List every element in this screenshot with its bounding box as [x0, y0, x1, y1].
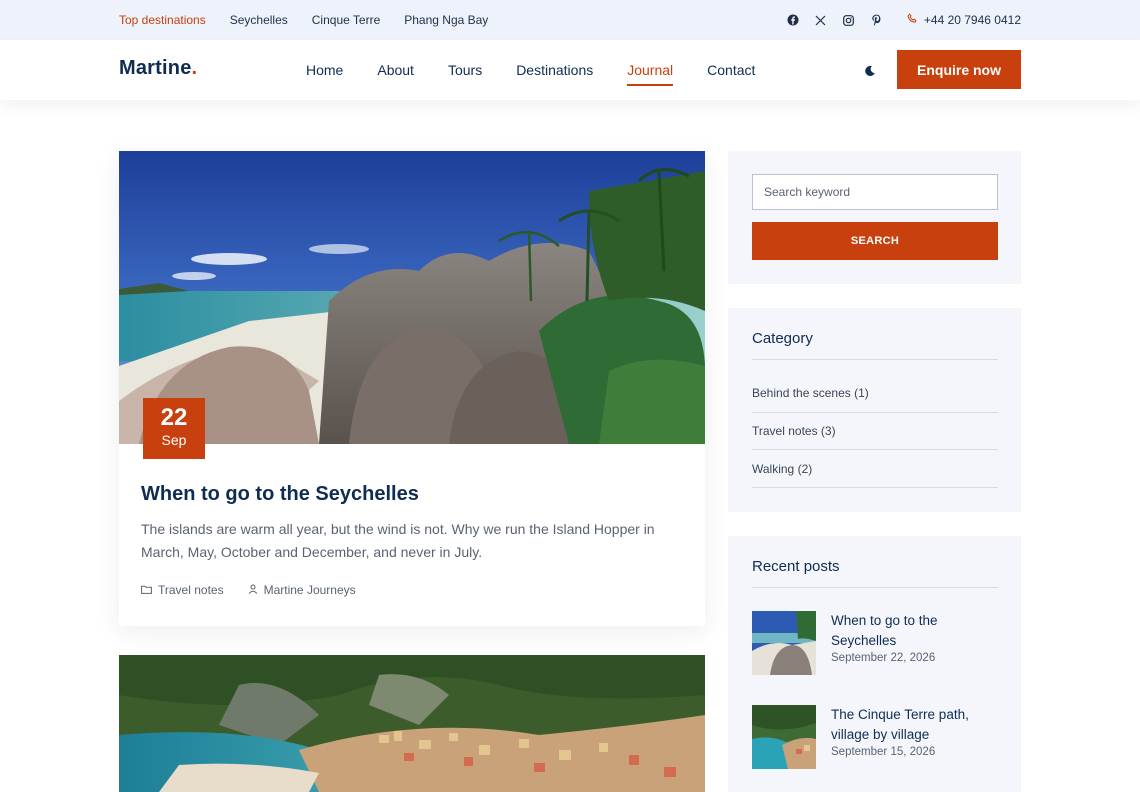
phone-icon	[907, 13, 918, 27]
top-link-phang-nga-bay[interactable]: Phang Nga Bay	[404, 13, 488, 27]
recent-post-title: The Cinque Terre path, village by villag…	[831, 707, 969, 742]
dark-mode-moon-icon[interactable]	[864, 64, 876, 76]
category-walking[interactable]: Walking (2)	[752, 462, 998, 476]
recent-posts-widget: Recent posts When to go to the Seychelle…	[728, 536, 1021, 792]
logo-dot: .	[191, 57, 198, 79]
nav-tours[interactable]: Tours	[448, 62, 482, 78]
article-excerpt: The islands are warm all year, but the w…	[141, 521, 655, 560]
category-divider	[752, 487, 998, 488]
nav-contact[interactable]: Contact	[707, 62, 755, 78]
logo-text: Martine	[119, 57, 192, 79]
recent-post-date: September 22, 2026	[831, 652, 936, 664]
article-meta: Travel notes Martine Journeys	[141, 583, 356, 597]
top-links: Top destinations Seychelles Cinque Terre…	[119, 0, 488, 40]
enquire-now-button[interactable]: Enquire now	[897, 50, 1021, 89]
phone-link[interactable]: +44 20 7946 0412	[907, 13, 1021, 27]
recent-post-item[interactable]: When to go to the Seychelles September 2…	[752, 611, 998, 675]
site-logo[interactable]: Martine.	[119, 57, 197, 80]
category-travel-notes[interactable]: Travel notes (3)	[752, 424, 998, 438]
facebook-icon[interactable]	[787, 14, 799, 26]
site-header: Martine. Home About Tours Destinations J…	[0, 40, 1140, 100]
nav-home[interactable]: Home	[306, 62, 343, 78]
recent-posts-title: Recent posts	[752, 558, 840, 575]
article-card: 22 Sep When to go to the Seychelles The …	[119, 151, 705, 626]
x-icon[interactable]	[815, 14, 827, 26]
recent-post-title: When to go to the Seychelles	[831, 613, 938, 648]
article-image-cinque-terre[interactable]	[119, 655, 705, 792]
category-divider	[752, 359, 998, 360]
category-behind-the-scenes[interactable]: Behind the scenes (1)	[752, 386, 998, 400]
category-divider	[752, 449, 998, 450]
top-link-top-destinations[interactable]: Top destinations	[119, 13, 206, 27]
date-badge: 22 Sep	[143, 398, 205, 459]
category-title: Category	[752, 330, 813, 347]
recent-post-thumbnail	[752, 611, 816, 675]
article-author[interactable]: Martine Journeys	[248, 583, 356, 597]
article-category[interactable]: Travel notes	[141, 583, 224, 597]
recent-post-date: September 15, 2026	[831, 746, 936, 758]
article-category-label: Travel notes	[158, 583, 224, 597]
nav-journal[interactable]: Journal	[627, 62, 673, 86]
folder-icon	[141, 583, 152, 597]
article-title[interactable]: When to go to the Seychelles	[141, 483, 419, 506]
search-widget: SEARCH	[728, 151, 1021, 284]
search-button[interactable]: SEARCH	[752, 222, 998, 260]
top-bar-right: +44 20 7946 0412	[787, 0, 1021, 40]
user-icon	[248, 583, 258, 597]
top-link-cinque-terre[interactable]: Cinque Terre	[312, 13, 380, 27]
category-divider	[752, 412, 998, 413]
nav-destinations[interactable]: Destinations	[516, 62, 593, 78]
top-bar: Top destinations Seychelles Cinque Terre…	[0, 0, 1140, 40]
main-nav: Home About Tours Destinations Journal Co…	[306, 40, 755, 100]
instagram-icon[interactable]	[843, 14, 855, 26]
recent-posts-divider	[752, 587, 998, 588]
date-day: 22	[160, 404, 188, 431]
recent-post-thumbnail	[752, 705, 816, 769]
date-month: Sep	[161, 432, 187, 448]
search-input[interactable]	[752, 174, 998, 210]
top-link-seychelles[interactable]: Seychelles	[230, 13, 288, 27]
phone-number: +44 20 7946 0412	[923, 13, 1021, 27]
pinterest-icon[interactable]	[871, 14, 883, 26]
category-widget: Category Behind the scenes (1) Travel no…	[728, 308, 1021, 512]
nav-about[interactable]: About	[377, 62, 414, 78]
article-author-label: Martine Journeys	[263, 583, 356, 597]
article-image-seychelles[interactable]	[119, 151, 705, 444]
social-links	[787, 14, 883, 26]
recent-post-item[interactable]: The Cinque Terre path, village by villag…	[752, 705, 998, 769]
